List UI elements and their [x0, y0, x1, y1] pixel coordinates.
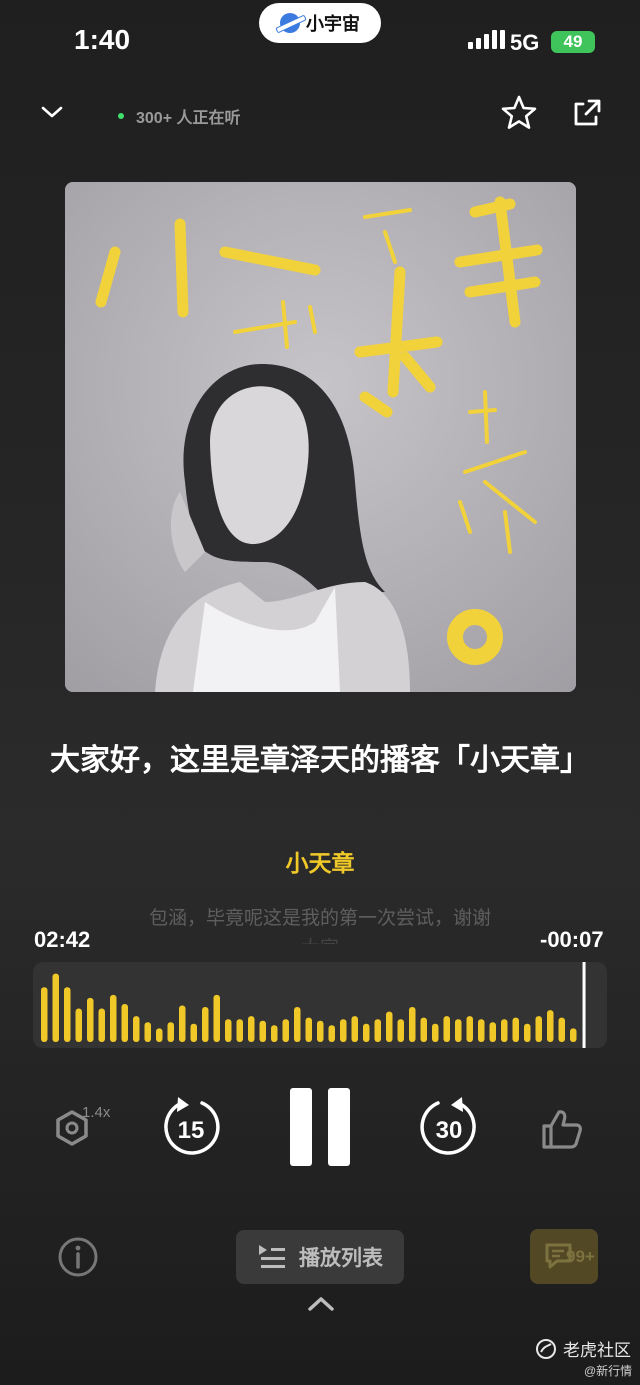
playback-speed-button[interactable]: 1.4x: [50, 1100, 122, 1160]
waveform-bar: [478, 1019, 485, 1042]
waveform-bar: [512, 1017, 519, 1042]
waveform-bar: [524, 1023, 531, 1042]
waveform-bar: [420, 1017, 427, 1042]
waveform-bar: [340, 1019, 347, 1042]
rewind-arrow-icon: [177, 1097, 189, 1112]
rewind-label: 15: [178, 1117, 205, 1144]
podcast-author[interactable]: 小天章: [0, 844, 640, 878]
waveform-bar: [271, 1025, 278, 1042]
waveform-bar: [294, 1007, 301, 1042]
waveform-bar: [133, 1016, 140, 1042]
forward-button[interactable]: 30: [418, 1095, 480, 1161]
status-time: 1:40: [74, 24, 131, 55]
app-pill[interactable]: 小宇宙: [259, 3, 381, 43]
waveform-bar: [386, 1011, 393, 1042]
playlist-label: 播放列表: [299, 1247, 383, 1270]
waveform-bar: [52, 973, 59, 1042]
listener-count: 300+ 人正在听: [118, 104, 241, 128]
waveform-bar: [501, 1019, 508, 1042]
waveform-bar: [409, 1007, 416, 1042]
waveform-bar: [489, 1022, 496, 1042]
waveform-bar: [225, 1019, 232, 1042]
waveform-bar: [213, 994, 220, 1042]
waveform-bar: [144, 1022, 151, 1042]
waveform-bar: [64, 987, 71, 1042]
elapsed-time: 02:42: [34, 927, 91, 952]
waveform-bar: [374, 1019, 381, 1042]
waveform-bar: [432, 1023, 439, 1042]
star-icon[interactable]: [500, 94, 538, 132]
remaining-time: -00:07: [540, 927, 604, 952]
cover-illustration: [65, 182, 576, 692]
waveform-bar: [570, 1028, 577, 1042]
forward-label: 30: [436, 1117, 463, 1144]
waveform-bar: [535, 1016, 542, 1042]
comment-count: 99+: [566, 1247, 595, 1266]
network-type: 5G: [510, 30, 540, 55]
waveform-bar: [443, 1016, 450, 1042]
waveform-bar: [156, 1028, 163, 1042]
waveform-bar: [121, 1004, 128, 1042]
waveform-scrubber[interactable]: [33, 962, 607, 1048]
waveform-bar: [167, 1022, 174, 1042]
playhead[interactable]: [582, 962, 586, 1048]
waveform-svg[interactable]: [33, 962, 607, 1048]
info-icon[interactable]: [57, 1236, 99, 1278]
waveform-bar: [248, 1016, 255, 1042]
planet-icon: [280, 13, 300, 33]
live-dot-icon: [118, 113, 124, 119]
waveform-bar: [236, 1019, 243, 1042]
waveform-bar: [190, 1023, 197, 1042]
tiger-logo-icon: [536, 1338, 556, 1359]
waveform-bar: [305, 1017, 312, 1042]
rewind-button[interactable]: 15: [160, 1095, 222, 1161]
share-icon[interactable]: [568, 96, 604, 132]
waveform-bar: [75, 1008, 82, 1042]
chevron-down-icon[interactable]: [40, 100, 64, 124]
speed-label: 1.4x: [82, 1104, 111, 1121]
waveform-bar: [179, 1005, 186, 1042]
cellular-signal-icon: [468, 30, 505, 49]
waveform-bar: [110, 994, 117, 1042]
playlist-button[interactable]: 播放列表: [236, 1230, 404, 1284]
watermark-sub: @新行情: [584, 1364, 633, 1378]
app-pill-label: 小宇宙: [306, 14, 360, 34]
waveform-bar: [98, 1008, 105, 1042]
forward-arrow-icon: [451, 1097, 463, 1112]
pause-button[interactable]: [285, 1088, 355, 1168]
waveform-bar: [397, 1019, 404, 1042]
waveform-bar: [455, 1019, 462, 1042]
waveform-bar: [202, 1007, 209, 1042]
waveform-bar: [466, 1016, 473, 1042]
battery-indicator: 49: [551, 31, 595, 53]
waveform-bar: [259, 1020, 266, 1042]
waveform-bar: [363, 1023, 370, 1042]
chevron-up-icon[interactable]: [306, 1294, 336, 1314]
waveform-bar: [41, 987, 48, 1042]
episode-title: 大家好，这里是章泽天的播客「小天章」: [50, 744, 590, 777]
watermark: 老虎社区: [535, 1336, 631, 1361]
listener-count-label: 300+ 人正在听: [136, 110, 241, 127]
waveform-bar: [547, 1010, 554, 1042]
waveform-bar: [87, 997, 94, 1042]
waveform-bar: [317, 1020, 324, 1042]
comments-button[interactable]: 99+: [530, 1229, 598, 1284]
waveform-bar: [351, 1016, 358, 1042]
thumbs-up-icon[interactable]: [540, 1108, 584, 1150]
waveform-bar: [558, 1017, 565, 1042]
waveform-bar: [282, 1019, 289, 1042]
playlist-icon: [259, 1245, 285, 1268]
watermark-label: 老虎社区: [563, 1341, 631, 1360]
transcript-current: 包涵，毕竟呢这是我的第一次尝试，谢谢: [148, 908, 491, 929]
podcast-cover-art: [65, 182, 576, 692]
waveform-bar: [328, 1025, 335, 1042]
